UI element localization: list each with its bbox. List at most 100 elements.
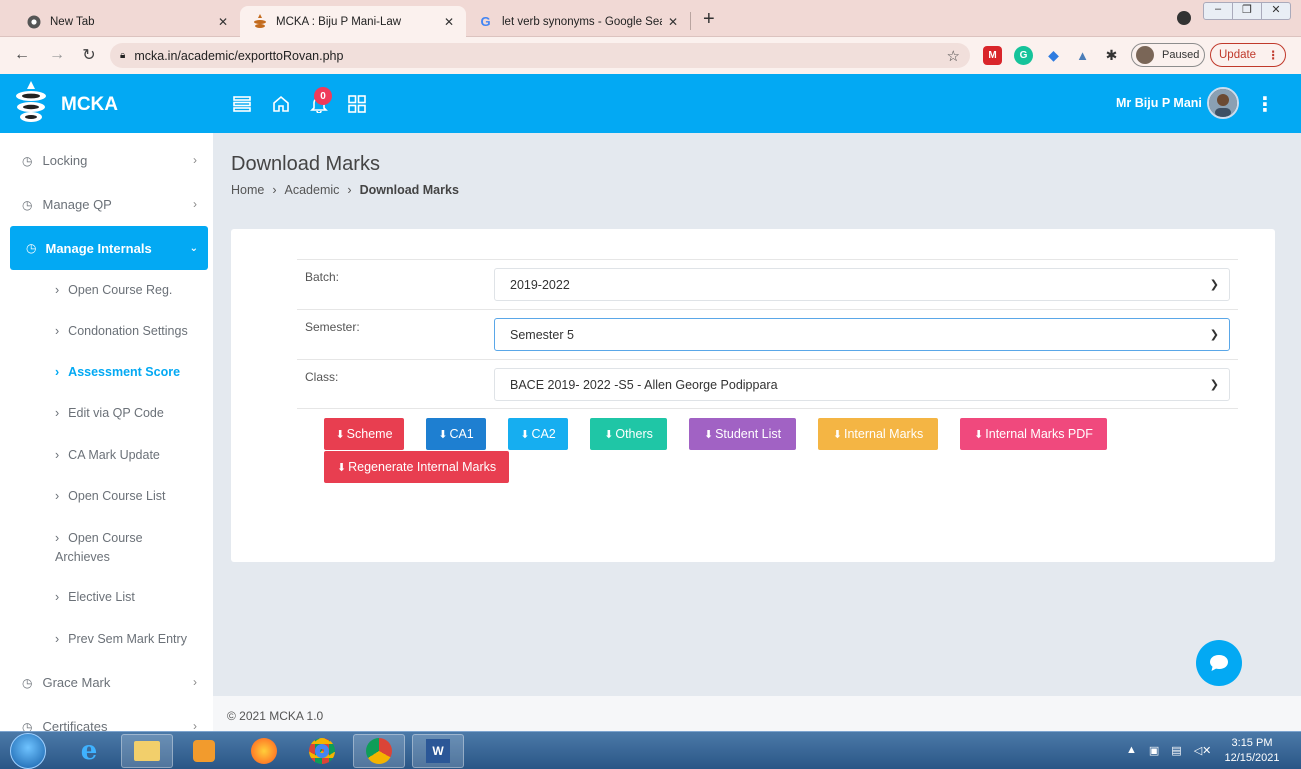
- sidebar-sub-assessment-score[interactable]: › Assessment Score: [55, 363, 205, 382]
- close-tab-icon[interactable]: ✕: [218, 15, 228, 29]
- semester-selected-value: Semester 5: [510, 327, 574, 342]
- sidebar-sub-elective-list[interactable]: › Elective List: [55, 588, 205, 607]
- chevron-down-icon: ❯: [1209, 329, 1219, 341]
- sidebar-sub-label: Elective List: [68, 590, 135, 604]
- chat-button[interactable]: [1196, 640, 1242, 686]
- mcka-logo[interactable]: [14, 79, 48, 127]
- sidebar-sub-open-course-archieves[interactable]: › Open Course Archieves: [55, 529, 165, 567]
- download-icon: ⬇: [703, 428, 714, 441]
- update-button[interactable]: Update ⋮: [1210, 43, 1286, 67]
- chevron-down-icon: ⌄: [189, 242, 198, 254]
- taskbar-clock[interactable]: 3:15 PM 12/15/2021: [1212, 736, 1292, 766]
- new-tab-plus-icon[interactable]: +: [703, 8, 715, 31]
- sidebar-sub-label: Open Course Reg.: [68, 283, 173, 297]
- word-icon[interactable]: W: [412, 734, 464, 768]
- sidebar-item-grace-mark[interactable]: ◷ Grace Mark ›: [0, 675, 213, 691]
- close-tab-icon[interactable]: ✕: [444, 15, 454, 29]
- scheme-button[interactable]: ⬇ Scheme: [324, 418, 404, 450]
- reload-icon[interactable]: ↻: [78, 44, 100, 66]
- windows-start-icon[interactable]: [10, 733, 46, 769]
- sidebar-sub-label: Assessment Score: [68, 365, 181, 379]
- sidebar-item-label: Locking: [42, 153, 88, 168]
- batch-select[interactable]: 2019-2022 ❯: [494, 268, 1230, 301]
- maximize-icon[interactable]: ❐: [1232, 3, 1261, 19]
- chevron-right-icon: ›: [193, 197, 197, 211]
- chevron-right-icon: ›: [55, 365, 60, 379]
- breadcrumb-home[interactable]: Home: [231, 183, 264, 197]
- action-center-icon[interactable]: ▤: [1171, 744, 1181, 757]
- chrome-taskbar-icon[interactable]: [296, 734, 348, 768]
- bookmark-star-icon[interactable]: ☆: [947, 47, 960, 65]
- sidebar-item-label: Manage QP: [42, 197, 112, 212]
- extensions-puzzle-icon[interactable]: ✱: [1102, 46, 1121, 65]
- footer-text: © 2021 MCKA 1.0: [227, 709, 324, 723]
- tray-expand-icon[interactable]: ▲: [1126, 744, 1137, 757]
- chevron-right-icon: ›: [55, 324, 60, 338]
- sidebar-sub-condonation-settings[interactable]: › Condonation Settings: [55, 322, 205, 341]
- profile-menu-icon[interactable]: [1177, 11, 1191, 25]
- clock-time: 3:15 PM: [1231, 737, 1273, 749]
- browser-tab-new-tab[interactable]: New Tab ✕: [14, 6, 240, 37]
- network-icon[interactable]: ▣: [1149, 744, 1159, 757]
- media-player-icon[interactable]: [178, 734, 230, 768]
- chevron-right-icon: ›: [272, 183, 277, 197]
- extension-tool-icon[interactable]: ▲: [1073, 46, 1092, 65]
- internal-marks-button[interactable]: ⬇ Internal Marks: [818, 418, 938, 450]
- ca1-button[interactable]: ⬇ CA1: [426, 418, 486, 450]
- chevron-right-icon: ›: [193, 719, 197, 731]
- sidebar-sub-prev-sem-mark-entry[interactable]: › Prev Sem Mark Entry: [55, 630, 205, 649]
- semester-select[interactable]: Semester 5 ❯: [494, 318, 1230, 351]
- chrome-profile-taskbar-icon[interactable]: [353, 734, 405, 768]
- internet-explorer-icon[interactable]: e: [63, 734, 115, 768]
- sidebar-sub-ca-mark-update[interactable]: › CA Mark Update: [55, 446, 205, 465]
- address-bar[interactable]: 🔒︎ mcka.in/academic/exporttoRovan.php ☆: [110, 43, 970, 68]
- sidebar-sub-edit-via-qp-code[interactable]: › Edit via QP Code: [55, 404, 205, 423]
- browser-tab-mcka[interactable]: MCKA : Biju P Mani-Law ✕: [240, 6, 466, 37]
- back-arrow-icon[interactable]: ←: [11, 44, 33, 66]
- extension-red-icon[interactable]: M: [983, 46, 1002, 65]
- forward-arrow-icon[interactable]: →: [46, 44, 68, 66]
- download-icon: ⬇: [336, 461, 347, 474]
- internal-marks-pdf-button[interactable]: ⬇ Internal Marks PDF: [960, 418, 1107, 450]
- user-name[interactable]: Mr Biju P Mani: [1116, 96, 1202, 110]
- browser-tab-google[interactable]: G let verb synonyms - Google Sear ✕: [466, 6, 690, 37]
- home-icon[interactable]: [270, 93, 292, 115]
- sidebar-sub-open-course-list[interactable]: › Open Course List: [55, 487, 205, 506]
- breadcrumb-academic[interactable]: Academic: [285, 183, 340, 197]
- download-icon: ⬇: [604, 428, 614, 441]
- volume-muted-icon[interactable]: ◁✕: [1194, 744, 1212, 757]
- sidebar-sub-label: CA Mark Update: [68, 448, 160, 462]
- extension-cap-icon[interactable]: ◆: [1044, 46, 1063, 65]
- grammarly-icon[interactable]: G: [1014, 46, 1033, 65]
- user-avatar[interactable]: [1207, 87, 1239, 119]
- sidebar-item-manage-internals[interactable]: ◷ Manage Internals ⌄: [10, 226, 208, 270]
- close-tab-icon[interactable]: ✕: [668, 15, 678, 29]
- sidebar-sub-open-course-reg[interactable]: › Open Course Reg.: [55, 281, 205, 300]
- window-controls: – ❐ ✕: [1203, 2, 1291, 20]
- semester-label: Semester:: [305, 320, 360, 334]
- clock-icon: ◷: [22, 676, 33, 690]
- class-select[interactable]: BACE 2019- 2022 -S5 - Allen George Podip…: [494, 368, 1230, 401]
- header-more-icon[interactable]: ⋮: [1255, 92, 1275, 116]
- sidebar-item-certificates[interactable]: ◷ Certificates ›: [0, 719, 213, 731]
- regenerate-internal-marks-button[interactable]: ⬇ Regenerate Internal Marks: [324, 451, 509, 483]
- sidebar-item-manage-qp[interactable]: ◷ Manage QP ›: [0, 197, 213, 213]
- minimize-icon[interactable]: –: [1204, 3, 1232, 19]
- notification-count-badge: 0: [314, 87, 332, 105]
- button-label: CA1: [449, 427, 474, 441]
- file-explorer-icon[interactable]: [121, 734, 173, 768]
- ca2-button[interactable]: ⬇ CA2: [508, 418, 568, 450]
- class-label: Class:: [305, 370, 339, 384]
- paused-label: Paused: [1162, 49, 1200, 61]
- close-window-icon[interactable]: ✕: [1261, 3, 1290, 19]
- menu-toggle-icon[interactable]: [231, 93, 253, 115]
- app-header: [0, 74, 1301, 133]
- student-list-button[interactable]: ⬇ Student List: [689, 418, 796, 450]
- firefox-icon[interactable]: [238, 734, 290, 768]
- apps-grid-icon[interactable]: [346, 93, 368, 115]
- others-button[interactable]: ⬇ Others: [590, 418, 667, 450]
- sidebar-item-locking[interactable]: ◷ Locking ›: [0, 153, 213, 169]
- profile-paused-button[interactable]: Paused: [1131, 43, 1205, 67]
- chevron-right-icon: ›: [55, 590, 60, 604]
- sidebar-item-label: Certificates: [42, 719, 108, 731]
